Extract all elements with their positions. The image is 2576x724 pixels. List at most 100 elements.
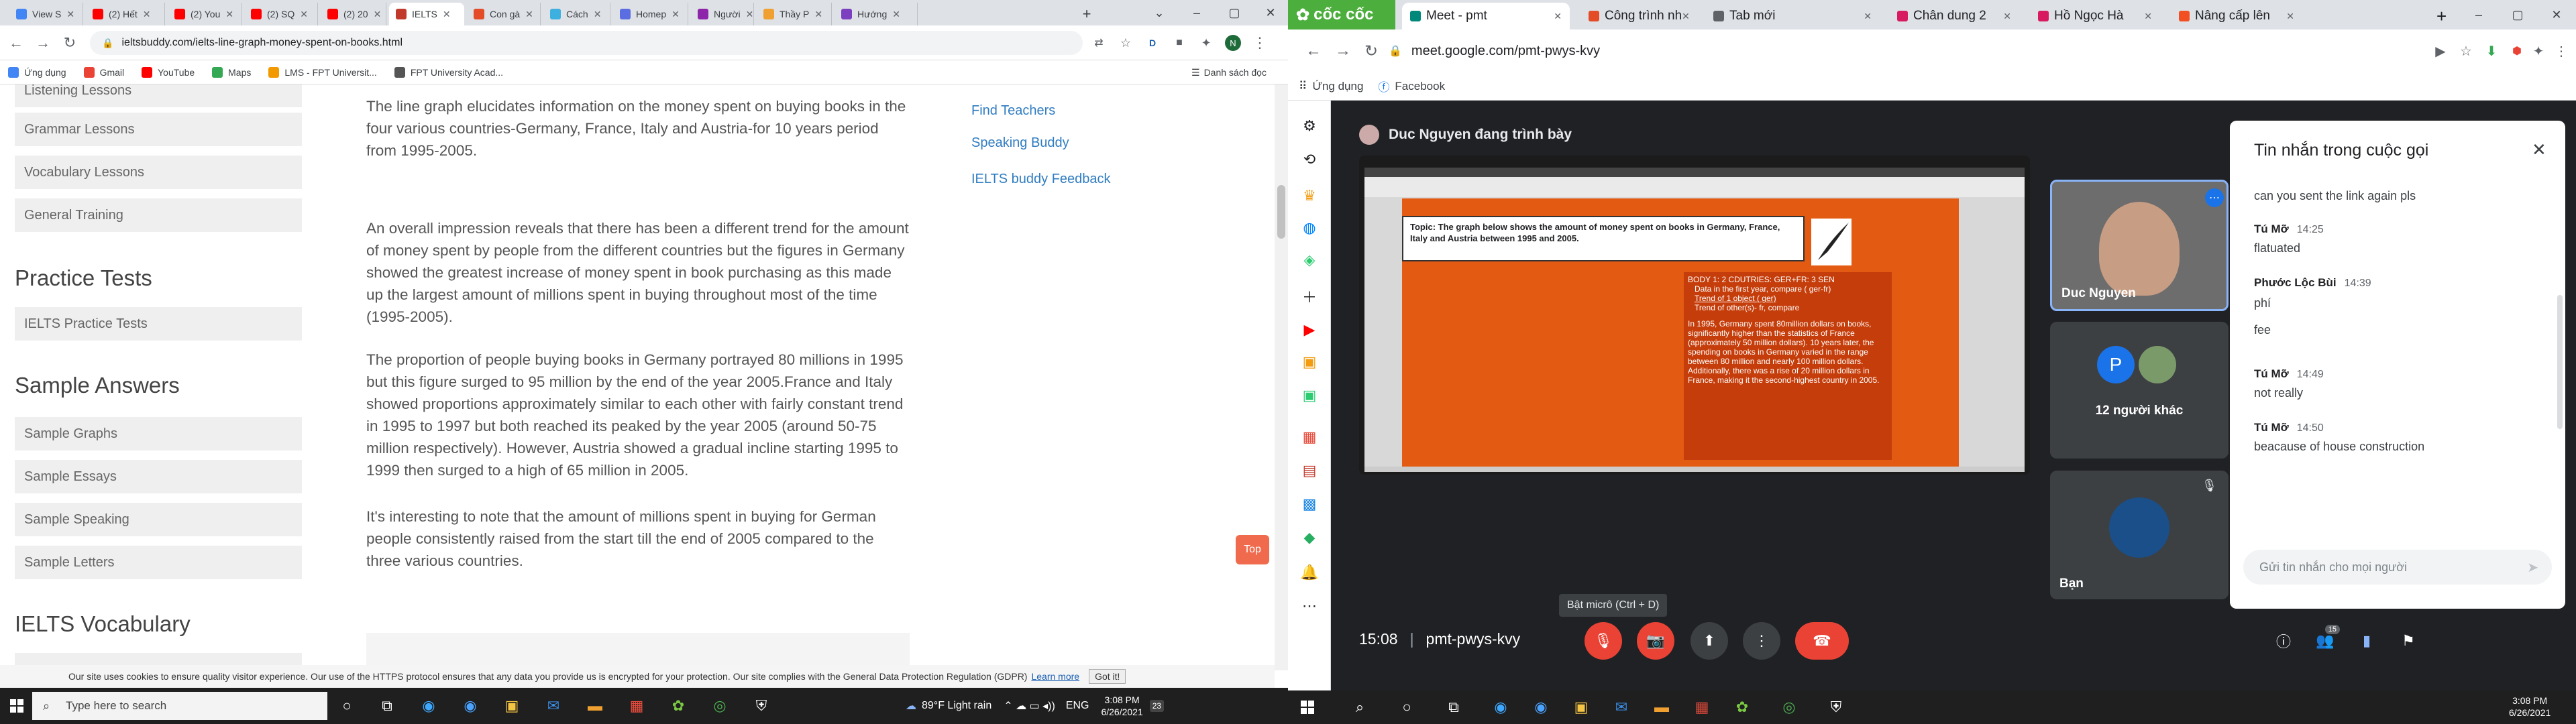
got-it-button[interactable]: Got it!: [1089, 669, 1126, 684]
close-window-button[interactable]: ✕: [1253, 0, 1288, 25]
file-explorer-icon[interactable]: ▬: [1650, 696, 1673, 719]
game-icon[interactable]: ◈: [1297, 248, 1322, 272]
network-icon[interactable]: ⌃ ☁ ▭ ◂)): [1004, 699, 1055, 713]
tab-search-icon[interactable]: ⌄: [1140, 0, 1178, 25]
close-tab-icon[interactable]: ✕: [2144, 11, 2152, 22]
close-tab-icon[interactable]: ✕: [1682, 11, 1690, 22]
extension-icon[interactable]: ■: [1167, 31, 1191, 55]
extension-d-icon[interactable]: D: [1140, 31, 1165, 55]
tab[interactable]: (2) SQ ✕: [244, 3, 318, 25]
address-bar[interactable]: 🔒 ieltsbuddy.com/ielts-line-graph-money-…: [90, 31, 1083, 55]
search-icon[interactable]: ⌕: [1348, 696, 1371, 719]
edge-beta-icon[interactable]: ◉: [459, 695, 482, 717]
windows-start-icon[interactable]: [5, 695, 28, 717]
close-tab-icon[interactable]: ✕: [374, 9, 382, 20]
learn-more-link[interactable]: Learn more: [1031, 671, 1079, 682]
participant-tile-others[interactable]: P 12 người khác: [2050, 322, 2229, 459]
present-button[interactable]: ⬆: [1690, 622, 1728, 660]
scrollbar-thumb[interactable]: [1277, 185, 1285, 239]
tab[interactable]: Hướng ✕: [835, 3, 918, 25]
tab[interactable]: Homep ✕: [613, 3, 688, 25]
weather-text[interactable]: 89°F Light rain: [922, 700, 991, 712]
close-tab-icon[interactable]: ✕: [892, 9, 900, 20]
tab[interactable]: Con gà ✕: [467, 3, 541, 25]
coccoc-logo[interactable]: ✿ cốc cốc: [1288, 0, 1395, 29]
language-indicator[interactable]: ENG: [1066, 700, 1089, 712]
reload-icon[interactable]: ↻: [58, 31, 82, 55]
send-icon[interactable]: ➤: [2527, 559, 2538, 576]
task-view-icon[interactable]: ⧉: [376, 695, 398, 717]
sidebar-link[interactable]: IELTS Practice Tests: [15, 307, 302, 341]
tab[interactable]: Người ✕: [691, 3, 754, 25]
notification-badge[interactable]: 23: [1149, 700, 1165, 712]
cortana-icon[interactable]: ○: [1395, 696, 1418, 719]
close-tab-icon[interactable]: ✕: [1554, 11, 1562, 22]
extensions-icon[interactable]: ✦: [2526, 39, 2551, 63]
cortana-icon[interactable]: ○: [335, 695, 358, 717]
address-bar[interactable]: 🔒 meet.google.com/pmt-pwys-kvy: [1389, 36, 2395, 66]
sidebar-link[interactable]: Grammar Lessons: [15, 113, 302, 146]
chrome-icon[interactable]: ◎: [1778, 696, 1801, 719]
puzzle-icon[interactable]: ✦: [1194, 31, 1218, 55]
more-options-button[interactable]: ⋮: [1743, 622, 1780, 660]
tab[interactable]: View S ✕: [9, 3, 83, 25]
close-tab-icon[interactable]: ✕: [746, 9, 753, 20]
store-icon[interactable]: ▣: [500, 695, 523, 717]
tab[interactable]: Nâng cấp lên ✕: [2171, 3, 2302, 29]
camera-icon[interactable]: ▶: [2428, 39, 2453, 63]
bookmark-item[interactable]: LMS - FPT Universit...: [268, 66, 377, 78]
bookmark-star-icon[interactable]: ☆: [1114, 31, 1138, 55]
reload-icon[interactable]: ↻: [1359, 39, 1383, 63]
mic-toggle-button[interactable]: 🎙: [1585, 622, 1622, 660]
sidebar-link[interactable]: Sample Speaking: [15, 503, 302, 536]
close-tab-icon[interactable]: ✕: [225, 9, 233, 20]
tab[interactable]: IELTS ✕: [389, 3, 464, 25]
tab[interactable]: Cách ✕: [543, 3, 610, 25]
back-icon[interactable]: ←: [4, 31, 28, 55]
close-tab-icon[interactable]: ✕: [814, 9, 822, 20]
people-button[interactable]: 👥 15: [2306, 622, 2344, 660]
close-icon[interactable]: ✕: [2532, 139, 2546, 160]
security-icon[interactable]: ⛨: [1825, 696, 1847, 719]
new-tab-button[interactable]: +: [2428, 3, 2455, 29]
clock[interactable]: 3:08 PM 6/26/2021: [1101, 694, 1142, 718]
tab[interactable]: Hồ Ngọc Hà ✕: [2030, 3, 2160, 29]
close-tab-icon[interactable]: ✕: [2003, 11, 2011, 22]
settings-icon[interactable]: ⚙: [1297, 114, 1322, 138]
menu-icon[interactable]: ⋮: [2549, 39, 2573, 63]
mail-icon[interactable]: ✉: [542, 695, 565, 717]
download-icon[interactable]: ⬇: [2479, 39, 2504, 63]
find-teachers-link[interactable]: Find Teachers: [971, 103, 1055, 119]
reading-list[interactable]: ☰ Danh sách đọc: [1191, 60, 1267, 84]
file-explorer-icon[interactable]: ▬: [584, 695, 606, 717]
sidebar-link[interactable]: Sample Essays: [15, 460, 302, 493]
edge-icon[interactable]: ◉: [417, 695, 440, 717]
translate-icon[interactable]: ⇄: [1087, 31, 1111, 55]
camera-toggle-button[interactable]: 📷: [1637, 622, 1674, 660]
messenger-icon[interactable]: ◍: [1297, 216, 1322, 240]
shared-screen[interactable]: Topic: The graph below shows the amount …: [1359, 156, 2030, 475]
tab[interactable]: Tab mới ✕: [1705, 3, 1880, 29]
new-tab-button[interactable]: +: [1073, 3, 1100, 25]
tab[interactable]: (2) 20 ✕: [321, 3, 386, 25]
crown-icon[interactable]: ♛: [1297, 184, 1322, 208]
tab[interactable]: Chân dung 2 ✕: [1889, 3, 2019, 29]
tab[interactable]: (2) You ✕: [168, 3, 241, 25]
coccoc-icon[interactable]: ✿: [667, 695, 690, 717]
security-icon[interactable]: ⛨: [750, 695, 773, 717]
more-options-icon[interactable]: ⋯: [2205, 188, 2224, 207]
close-tab-icon[interactable]: ✕: [2286, 11, 2294, 22]
history-icon[interactable]: ⟲: [1297, 147, 1322, 172]
close-tab-icon[interactable]: ✕: [672, 9, 680, 20]
close-tab-icon[interactable]: ✕: [143, 9, 151, 20]
close-tab-icon[interactable]: ✕: [66, 9, 74, 20]
more-icon[interactable]: ⋯: [1297, 594, 1322, 618]
tab[interactable]: Công trình nh ✕: [1580, 3, 1695, 29]
chat-button[interactable]: ▮: [2348, 622, 2385, 660]
close-window-button[interactable]: ✕: [2537, 0, 2576, 29]
menu-icon[interactable]: ⋮: [1248, 31, 1272, 55]
app-icon[interactable]: ▦: [625, 695, 648, 717]
participant-tile-self[interactable]: 🎙 Bạn: [2050, 471, 2229, 599]
sidebar-link[interactable]: Vocabulary Lessons: [15, 156, 302, 189]
youtube-icon[interactable]: ▶: [1297, 318, 1322, 342]
